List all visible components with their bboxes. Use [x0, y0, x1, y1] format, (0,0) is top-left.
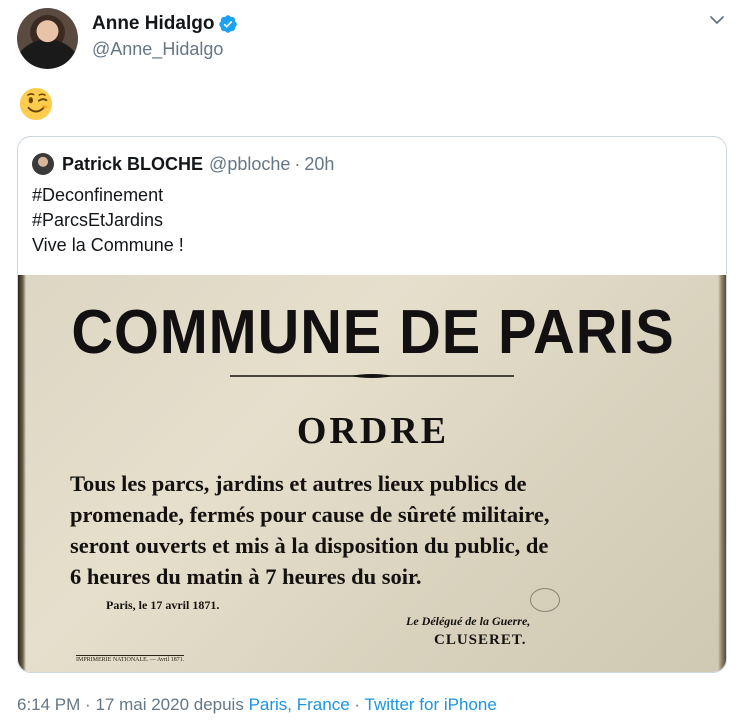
winking-face-emoji [19, 87, 53, 121]
author-handle[interactable]: @Anne_Hidalgo [92, 39, 238, 60]
poster-body-line: 6 heures du matin à 7 heures du soir. [70, 564, 422, 589]
poster-title: COMMUNE DE PARIS [71, 298, 675, 367]
meta-separator: · [85, 695, 91, 714]
quote-separator: · [294, 153, 301, 174]
verified-badge-icon [219, 15, 238, 33]
quoted-tweet-card[interactable]: Patrick BLOCHE @pbloche · 20h #Deconfine… [17, 136, 727, 673]
source-link[interactable]: Twitter for iPhone [365, 695, 497, 714]
tweet-author: Anne Hidalgo @Anne_Hidalgo [92, 12, 238, 60]
poster-heading: ORDRE [296, 410, 450, 452]
quote-text-line[interactable]: #Deconfinement [32, 183, 184, 208]
quote-text: #Deconfinement #ParcsEtJardins Vive la C… [32, 183, 184, 258]
tweet-date[interactable]: 17 mai 2020 depuis [95, 695, 243, 714]
meta-separator: · [354, 695, 361, 714]
chevron-down-icon[interactable] [707, 10, 727, 30]
poster-stamp [530, 588, 560, 612]
quote-avatar[interactable] [32, 153, 54, 175]
tweet: Anne Hidalgo @Anne_Hidalgo Patrick BLOCH… [0, 0, 743, 722]
poster-ornament-rule [230, 374, 514, 378]
poster-body: Tous les parcs, jardins et autres lieux … [70, 468, 676, 592]
location-link[interactable]: Paris, France [249, 695, 350, 714]
quote-author-handle[interactable]: @pbloche [209, 154, 290, 175]
author-name[interactable]: Anne Hidalgo [92, 13, 214, 35]
poster-image[interactable]: COMMUNE DE PARIS ORDRE Tous les parcs, j… [18, 275, 726, 672]
poster-edge [718, 275, 726, 672]
avatar[interactable] [17, 8, 78, 69]
quote-author-name[interactable]: Patrick BLOCHE [62, 154, 203, 175]
poster-edge [18, 275, 26, 672]
tweet-metadata: 6:14 PM · 17 mai 2020 depuis Paris, Fran… [17, 695, 497, 715]
poster-body-line: Tous les parcs, jardins et autres lieux … [70, 471, 527, 496]
poster-body-line: seront ouverts et mis à la disposition d… [70, 533, 549, 558]
poster-imprint: IMPRIMERIE NATIONALE. — Avril 1871. [76, 655, 185, 663]
poster-body-line: promenade, fermés pour cause de sûreté m… [70, 502, 550, 527]
author-name-row: Anne Hidalgo [92, 12, 238, 36]
quote-text-line: Vive la Commune ! [32, 235, 184, 255]
poster-delegate: Le Délégué de la Guerre, [406, 614, 531, 628]
tweet-time[interactable]: 6:14 PM [17, 695, 80, 714]
quote-timestamp[interactable]: 20h [304, 154, 334, 175]
quote-text-line[interactable]: #ParcsEtJardins [32, 208, 184, 233]
poster-signature: CLUSERET. [434, 632, 527, 648]
quote-header: Patrick BLOCHE @pbloche · 20h [32, 151, 334, 177]
poster-date: Paris, le 17 avril 1871. [106, 598, 220, 612]
